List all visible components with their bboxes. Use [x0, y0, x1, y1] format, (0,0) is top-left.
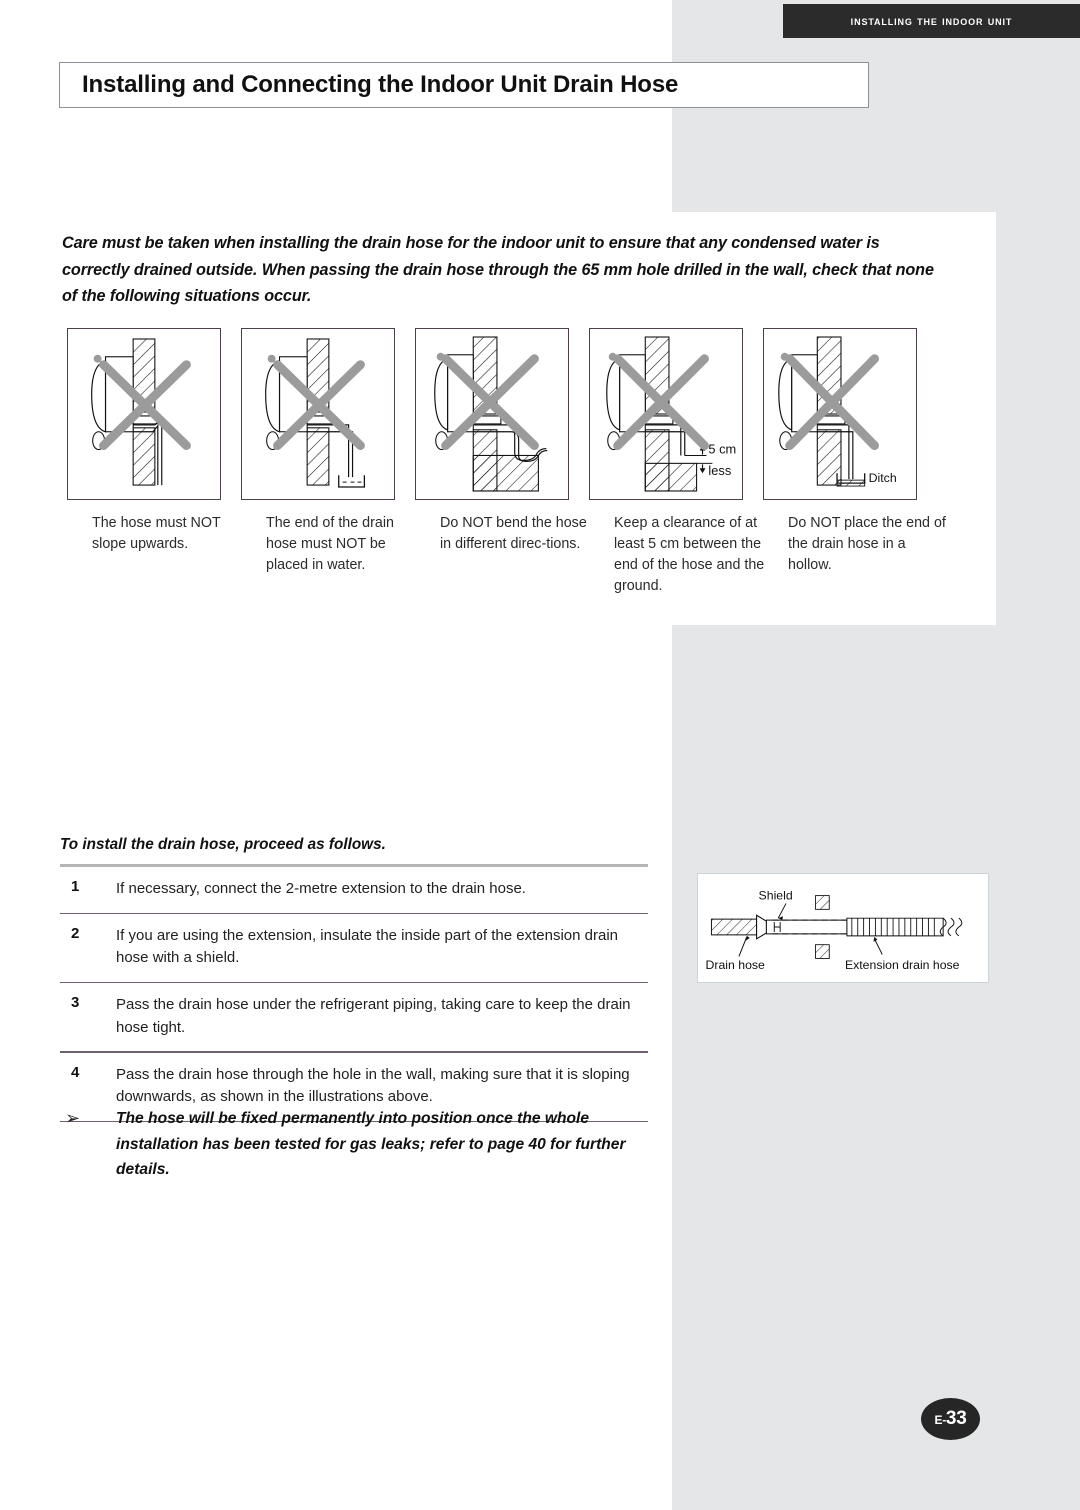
caption-hose-end-in-hollow: Do NOT place the end of the drain hose i…: [788, 515, 946, 573]
annotation-less: less: [708, 463, 731, 478]
procedure-note: ➢ The hose will be fixed permanently int…: [60, 1106, 660, 1183]
step-text: Pass the drain hose under the refrigeran…: [116, 996, 631, 1036]
extension-drain-hose-diagram: Shield Drain hose Extension drain hose: [697, 873, 989, 983]
intro-paragraph: Care must be taken when installing the d…: [62, 234, 934, 305]
step-text: If necessary, connect the 2-metre extens…: [116, 880, 526, 897]
step-text: If you are using the extension, insulate…: [116, 926, 618, 967]
arrow-bullet-icon: ➢: [65, 1108, 81, 1128]
illustration-insufficient-ground-clearance: 5 cm less: [589, 328, 743, 500]
annotation-ditch: Ditch: [869, 471, 897, 485]
page-title: Installing and Connecting the Indoor Uni…: [82, 71, 679, 98]
page-number-text: E-33: [935, 1408, 967, 1430]
caption-hose-end-in-water: The end of the drain hose must NOT be pl…: [266, 515, 394, 573]
annotation-5cm: 5 cm: [708, 441, 736, 456]
step-number: 3: [71, 994, 80, 1012]
page-number-value: 33: [945, 1408, 967, 1429]
page-number-badge: E-33: [921, 1398, 980, 1440]
step-number: 2: [71, 924, 80, 942]
illustration-captions: The hose must NOT slope upwards. The end…: [92, 513, 953, 597]
caption-ground-clearance: Keep a clearance of at least 5 cm betwee…: [614, 515, 765, 594]
step-row: 2 If you are using the extension, insula…: [60, 914, 648, 982]
step-number: 4: [71, 1063, 80, 1081]
illustration-hose-end-in-hollow: Ditch: [763, 328, 917, 500]
caption-hose-bent-different-directions: Do NOT bend the hose in different direc-…: [440, 515, 587, 552]
illustration-hose-end-in-water: [241, 328, 395, 500]
step-row: 1 If necessary, connect the 2-metre exte…: [60, 867, 648, 913]
label-extension-drain-hose: Extension drain hose: [845, 958, 960, 972]
label-shield: Shield: [759, 889, 793, 903]
procedure-note-text: The hose will be fixed permanently into …: [116, 1110, 626, 1178]
page-number-prefix: E-: [934, 1413, 947, 1427]
procedure-steps: 1 If necessary, connect the 2-metre exte…: [60, 864, 648, 1123]
step-text: Pass the drain hose through the hole in …: [116, 1065, 630, 1106]
illustration-panel-strip: 5 cm less Ditch: [67, 328, 917, 500]
running-head-banner: Installing the Indoor Unit: [783, 4, 1080, 38]
illustration-hose-slopes-upwards: [67, 328, 221, 500]
label-drain-hose: Drain hose: [706, 958, 765, 972]
page-title-box: Installing and Connecting the Indoor Uni…: [59, 62, 869, 108]
caption-hose-slopes-upwards: The hose must NOT slope upwards.: [92, 515, 221, 552]
step-number: 1: [71, 878, 80, 895]
illustration-hose-bent-different-directions: [415, 328, 569, 500]
step-row: 3 Pass the drain hose under the refriger…: [60, 983, 648, 1051]
procedure-heading: To install the drain hose, proceed as fo…: [60, 836, 386, 853]
running-head-text: Installing the Indoor Unit: [850, 14, 1013, 28]
